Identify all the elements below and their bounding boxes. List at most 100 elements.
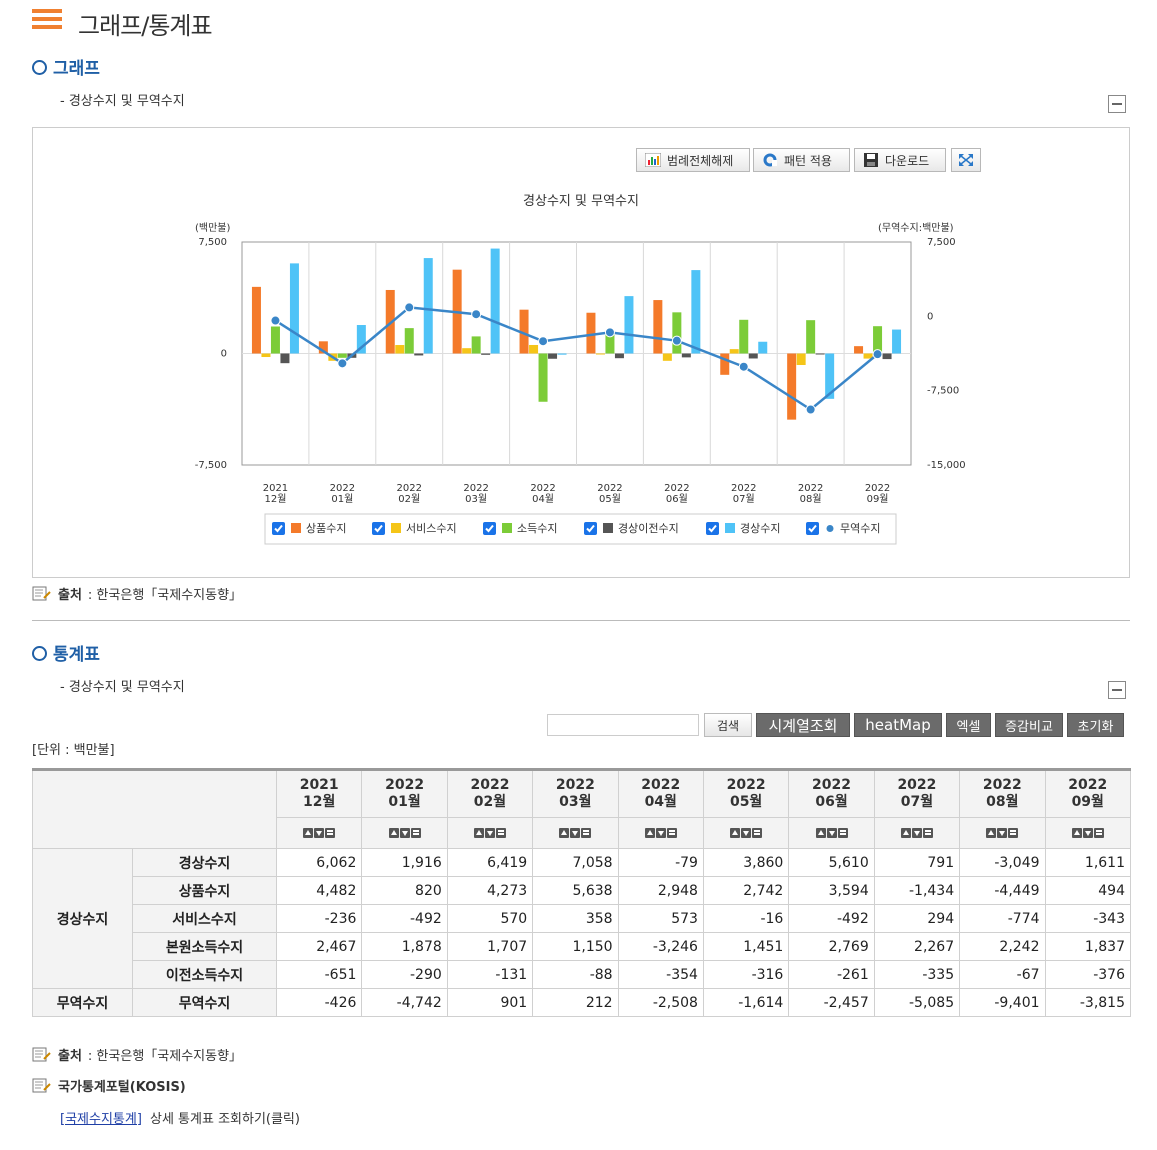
trade-balance-point [604,327,615,338]
sort-asc-icon[interactable] [986,827,997,838]
sort-controls [532,817,619,849]
table-row: 서비스수지 -236 -492 570 358 573 -16 -492 294 -774 -343 [33,904,1132,933]
value-cell: 6,062 [275,848,363,877]
sort-desc-icon[interactable] [741,827,752,838]
legend-item[interactable]: 소득수지 [483,522,557,535]
legend-item[interactable]: 서비스수지 [372,522,457,535]
right-tick-label: 7,500 [927,237,956,248]
right-tick-label: -7,500 [927,386,959,397]
value-cell: -79 [617,848,704,877]
legend-item[interactable]: 경상수지 [706,522,780,535]
sort-asc-icon[interactable] [900,827,911,838]
column-header: 2022 08월 [959,768,1046,818]
sort-reset-icon[interactable] [666,827,677,838]
value-cell: -2,508 [617,988,704,1017]
value-cell: 294 [873,904,961,933]
column-header: 2022 09월 [1044,768,1132,818]
search-button[interactable]: 검색 [704,713,752,737]
sort-desc-icon[interactable] [570,827,581,838]
value-cell: 212 [532,988,619,1017]
value-cell: 4,273 [446,876,534,905]
bar-경상수지 [490,248,500,354]
sort-asc-icon[interactable] [388,827,399,838]
value-cell: -88 [532,960,619,989]
reset-button[interactable]: 초기화 [1067,713,1124,737]
left-tick-label: -7,500 [195,460,227,471]
sort-reset-icon[interactable] [1093,827,1104,838]
value-cell: 2,948 [617,876,704,905]
column-header: 2022 02월 [446,768,534,818]
bar-서비스수지 [529,344,539,354]
compare-button[interactable]: 증감비교 [995,713,1063,737]
legend-label: 경상수지 [740,522,780,535]
excel-button[interactable]: 엑셀 [946,713,991,737]
legend-item[interactable]: 무역수지 [806,522,880,535]
value-cell: 2,467 [275,932,363,961]
kosis-link[interactable]: [국제수지통계] [60,1108,142,1127]
bar-소득수지 [337,353,347,358]
value-cell: 2,769 [788,932,875,961]
source-label: 출처 [58,588,82,603]
legend-marker [603,523,613,533]
column-header: 2022 01월 [361,768,448,818]
sort-reset-icon[interactable] [837,827,848,838]
value-cell: 6,419 [446,848,534,877]
bar-서비스수지 [395,345,405,354]
sort-asc-icon[interactable] [730,827,741,838]
legend-item[interactable]: 상품수지 [272,522,346,535]
sort-reset-icon[interactable] [325,827,336,838]
value-cell: -492 [361,904,448,933]
bar-경상이전수지 [882,353,892,360]
sort-desc-icon[interactable] [484,827,495,838]
sort-desc-icon[interactable] [655,827,666,838]
x-tick-year: 2022 [397,483,422,494]
sort-desc-icon[interactable] [826,827,837,838]
sort-asc-icon[interactable] [1071,827,1082,838]
sort-reset-icon[interactable] [410,827,421,838]
trade-balance-point [337,358,348,369]
book-icon [32,586,51,600]
sort-reset-icon[interactable] [1008,827,1019,838]
sort-asc-icon[interactable] [303,827,314,838]
sort-reset-icon[interactable] [495,827,506,838]
timeseries-button[interactable]: 시계열조회 [756,713,850,737]
value-cell: 573 [617,904,704,933]
sort-desc-icon[interactable] [997,827,1008,838]
left-tick-label: 7,500 [198,237,227,248]
bar-경상이전수지 [748,353,758,359]
sort-reset-icon[interactable] [581,827,592,838]
x-tick-month: 09월 [867,493,889,505]
right-tick-label: 0 [927,311,933,322]
sort-reset-icon[interactable] [752,827,763,838]
sort-desc-icon[interactable] [1082,827,1093,838]
sort-asc-icon[interactable] [815,827,826,838]
sort-reset-icon[interactable] [922,827,933,838]
value-cell: -343 [1044,904,1132,933]
group-header: 경상수지 [32,848,133,989]
value-cell: 791 [873,848,961,877]
value-cell: -1,614 [702,988,790,1017]
sort-asc-icon[interactable] [473,827,484,838]
sort-desc-icon[interactable] [314,827,325,838]
sort-asc-icon[interactable] [559,827,570,838]
trade-balance-point [738,361,749,372]
sort-desc-icon[interactable] [399,827,410,838]
sort-desc-icon[interactable] [911,827,922,838]
table-collapse-button[interactable] [1108,681,1126,699]
sort-controls [959,817,1046,849]
heatmap-button[interactable]: heatMap [854,713,942,737]
value-cell: 1,878 [361,932,448,961]
sort-asc-icon[interactable] [644,827,655,838]
row-header: 이전소득수지 [132,960,277,989]
value-cell: 1,451 [702,932,790,961]
legend-label: 경상이전수지 [618,522,679,535]
search-input[interactable] [547,714,699,736]
trade-balance-point [872,349,883,360]
sort-controls [1044,817,1132,849]
book-icon [32,1047,51,1061]
stats-table: 2021 12월 2022 01월 2022 02월 2022 03월 2022 04월 2022 0… [32,768,1132,1017]
bar-소득수지 [739,319,749,354]
value-cell: 4,482 [275,876,363,905]
table-row: 경상수지 경상수지 6,062 1,916 6,419 7,058 -79 3,860 5,61… [32,848,1132,989]
table-corner [32,768,277,849]
